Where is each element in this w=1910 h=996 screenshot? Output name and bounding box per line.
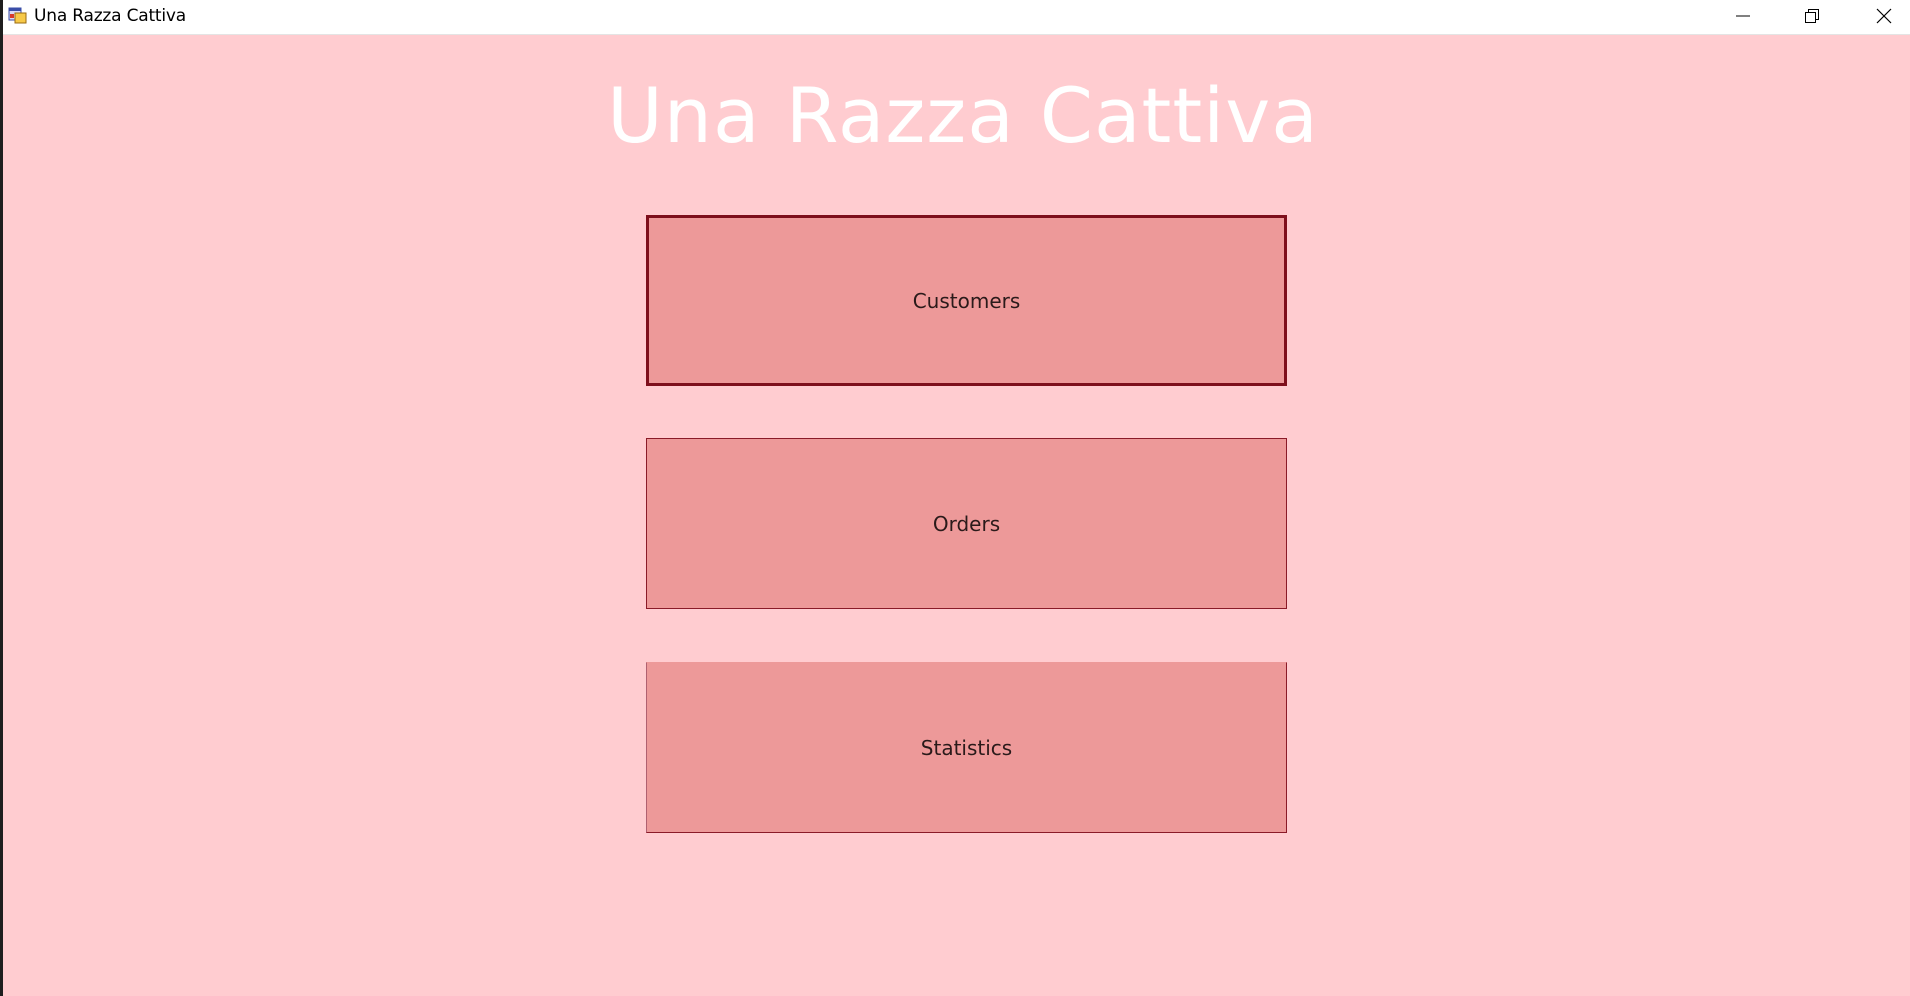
window-title: Una Razza Cattiva [34,6,186,26]
title-bar[interactable]: Una Razza Cattiva [3,0,1910,35]
app-window: Una Razza Cattiva Una Razza Cattiva Cust… [0,0,1910,996]
restore-button[interactable] [1778,0,1846,32]
close-icon [1876,8,1892,24]
main-panel: Una Razza Cattiva Customers Orders Stati… [3,35,1910,996]
orders-button[interactable]: Orders [646,438,1287,609]
minimize-button[interactable] [1709,0,1777,32]
statistics-button-label: Statistics [920,735,1013,760]
app-icon[interactable] [8,5,28,25]
close-button[interactable] [1850,0,1910,32]
orders-button-label: Orders [932,511,1001,536]
customers-button-label: Customers [912,288,1021,313]
minimize-icon [1736,9,1750,23]
customers-button[interactable]: Customers [646,215,1287,386]
statistics-button[interactable]: Statistics [646,662,1287,833]
page-title: Una Razza Cattiva [607,71,1319,160]
restore-icon [1805,9,1819,23]
